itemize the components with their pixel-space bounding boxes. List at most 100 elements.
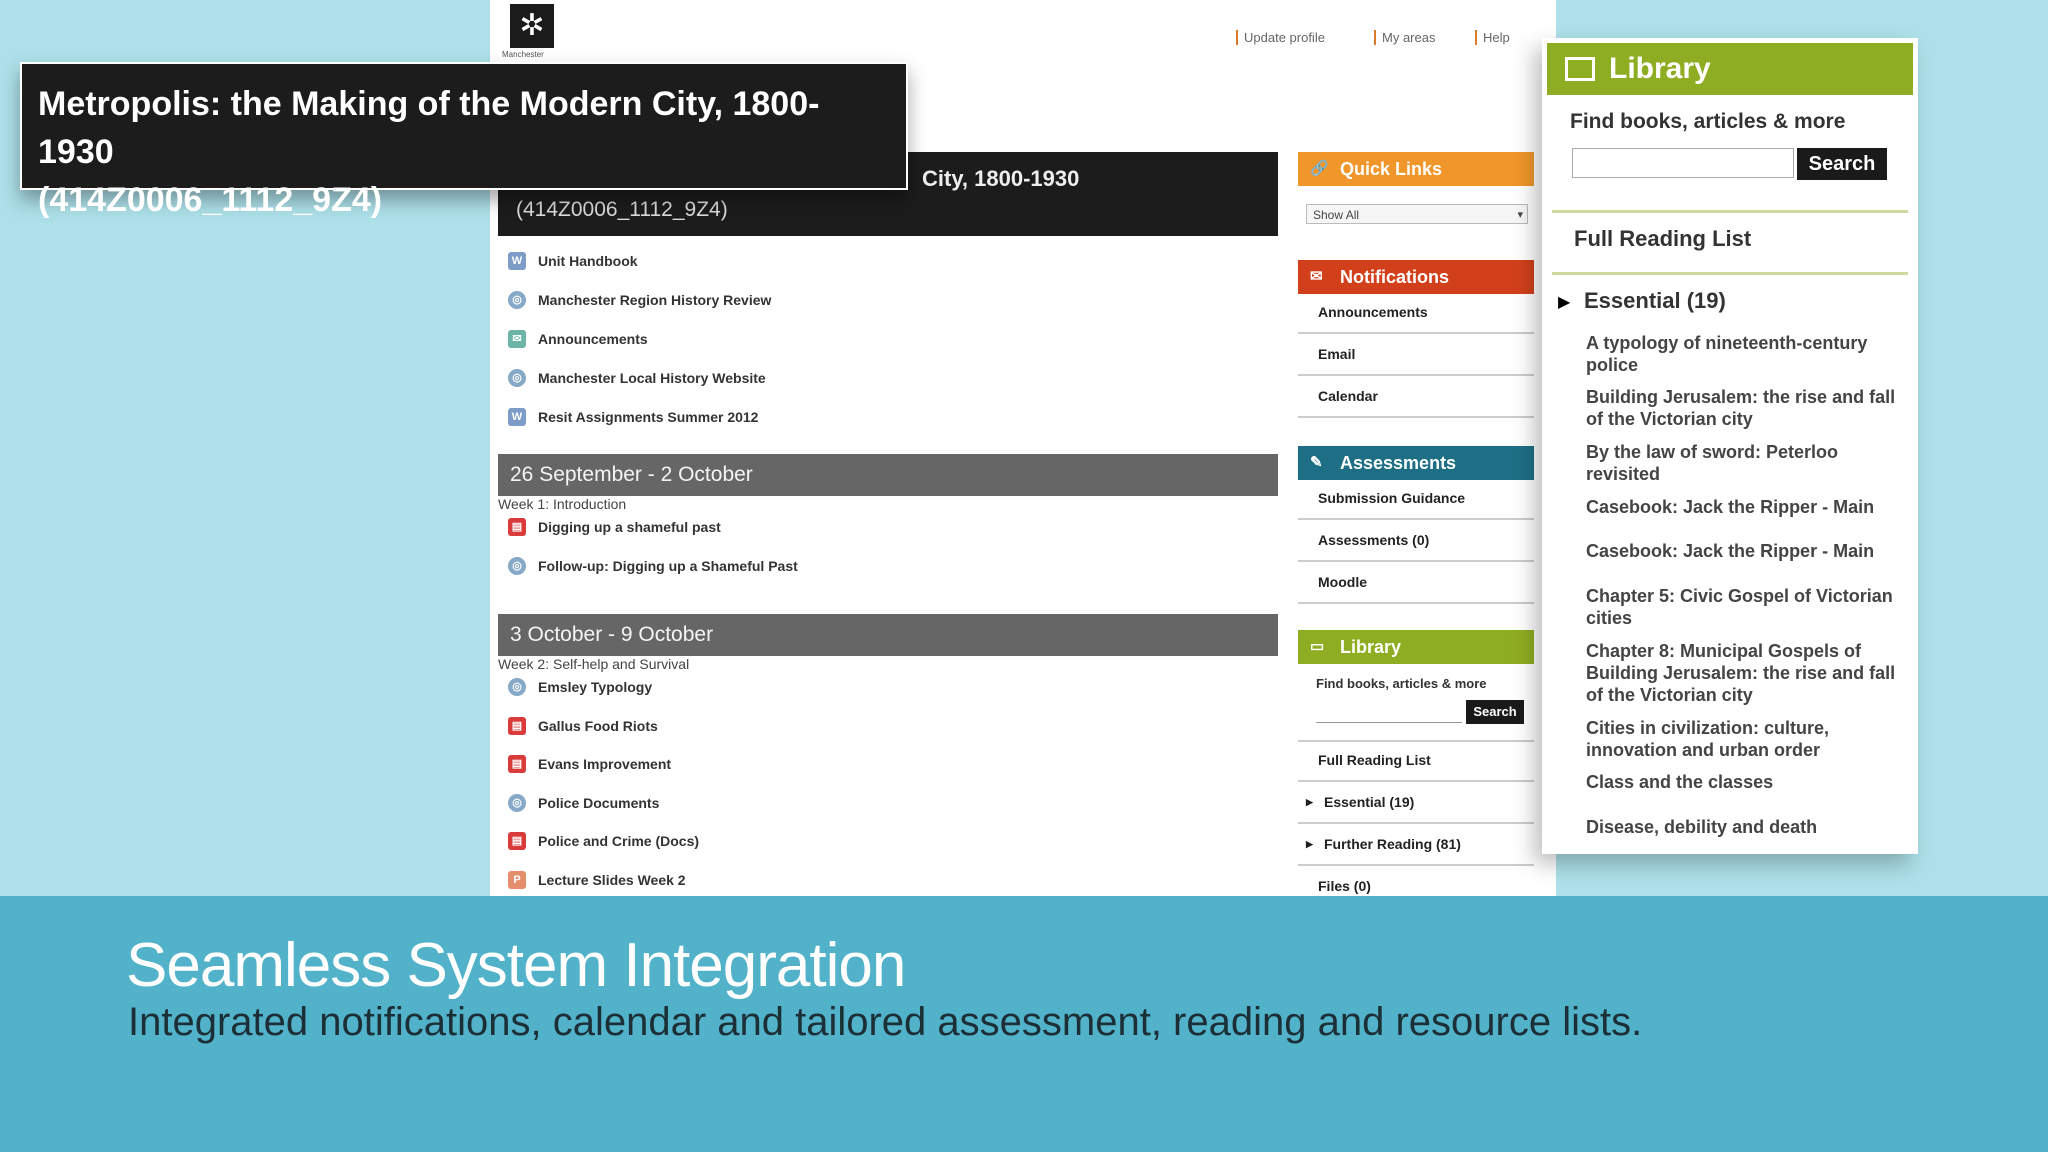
notifications-header[interactable]: ✉ Notifications	[1298, 260, 1534, 294]
resource-item[interactable]: ◎ Manchester Region History Review	[508, 285, 771, 315]
banner-title: Seamless System Integration	[126, 931, 906, 1000]
assessments-header[interactable]: ✎ Assessments	[1298, 446, 1534, 480]
callout-title: Metropolis: the Making of the Modern Cit…	[38, 85, 820, 171]
sidebar-item-announcements[interactable]: Announcements	[1298, 294, 1534, 334]
resource-item[interactable]: ◎ Follow-up: Digging up a Shameful Past	[508, 551, 798, 581]
resource-label: Manchester Region History Review	[538, 292, 772, 308]
sidebar-item-assessments[interactable]: Assessments (0)	[1298, 522, 1534, 562]
week-subtitle: Week 2: Self-help and Survival	[498, 656, 690, 672]
resource-label: Resit Assignments Summer 2012	[538, 409, 759, 425]
further-reading-label: Further Reading (81)	[1324, 836, 1461, 852]
library-header[interactable]: ▭ Library	[1298, 630, 1534, 664]
quick-links-header[interactable]: 🔗 Quick Links	[1298, 152, 1534, 186]
resource-item[interactable]: W Resit Assignments Summer 2012	[508, 402, 758, 432]
doc-file-icon: W	[508, 408, 526, 426]
resource-item[interactable]: ▤ Gallus Food Riots	[508, 711, 658, 741]
help-link[interactable]: Help	[1475, 30, 1510, 45]
library-find-label: Find books, articles & more	[1316, 676, 1487, 691]
sidebar-item-email[interactable]: Email	[1298, 336, 1534, 376]
quick-links-select[interactable]: Show All ▾	[1306, 204, 1528, 224]
reading-list-entry[interactable]: Chapter 8: Municipal Gospels of Building…	[1586, 640, 1896, 706]
library-search-input[interactable]	[1316, 702, 1462, 723]
callout-code: (414Z0006_1112_9Z4)	[38, 181, 383, 219]
web-file-icon: ◎	[508, 678, 526, 696]
week-header: 26 September - 2 October	[498, 454, 1278, 496]
library-search-button[interactable]: Search	[1466, 700, 1524, 724]
assessments-title: Assessments	[1340, 453, 1457, 473]
reading-list-entry[interactable]: Class and the classes	[1586, 771, 1896, 793]
web-file-icon: ◎	[508, 793, 526, 812]
library-panel-search-input[interactable]	[1572, 148, 1794, 178]
quick-links-title: Quick Links	[1340, 159, 1443, 179]
logo-caption: Manchester	[502, 50, 544, 59]
sidebar-item-files[interactable]: Files (0)	[1298, 868, 1534, 896]
resource-label: Follow-up: Digging up a Shameful Past	[538, 557, 798, 574]
banner-text: Integrated notifications, calendar and t…	[128, 1000, 1643, 1044]
web-file-icon: ◎	[508, 369, 526, 387]
divider	[1552, 210, 1908, 213]
library-panel-find-label: Find books, articles & more	[1570, 110, 1846, 133]
week-header: 3 October - 9 October	[498, 614, 1278, 656]
library-panel-search-button[interactable]: Search	[1797, 148, 1887, 180]
web-file-icon: ◎	[508, 556, 526, 575]
unit-title: City, 1800-1930	[922, 166, 1080, 191]
expand-triangle-icon: ▶	[1306, 839, 1313, 849]
reading-list-entry[interactable]: Chapter 5: Civic Gospel of Victorian cit…	[1586, 585, 1896, 629]
sidebar-item-further-reading[interactable]: ▶ Further Reading (81)	[1298, 826, 1534, 866]
resource-label: Police Documents	[538, 794, 660, 811]
reading-list-entry[interactable]: Cities in civilization: culture, innovat…	[1586, 717, 1896, 761]
reading-list-entry[interactable]: Casebook: Jack the Ripper - Main	[1586, 540, 1896, 562]
resource-label: Unit Handbook	[538, 253, 638, 269]
resource-item[interactable]: ◎ Emsley Typology	[508, 672, 652, 702]
reading-list-entry[interactable]: By the law of sword: Peterloo revisited	[1586, 441, 1896, 485]
notifications-title: Notifications	[1340, 267, 1450, 287]
expand-triangle-icon[interactable]: ▶	[1558, 292, 1570, 312]
resource-item[interactable]: ▤ Evans Improvement	[508, 749, 671, 779]
my-areas-link[interactable]: My areas	[1374, 30, 1435, 45]
web-file-icon: ◎	[508, 291, 526, 309]
library-panel-essential[interactable]: Essential (19)	[1584, 288, 1726, 314]
resource-item[interactable]: ◎ Manchester Local History Website	[508, 363, 766, 393]
reading-list-entry[interactable]: A typology of nineteenth-century police	[1586, 332, 1896, 376]
resource-label: Police and Crime (Docs)	[538, 833, 700, 849]
slide-banner: Seamless System Integration Integrated n…	[0, 896, 2048, 1152]
divider	[1552, 272, 1908, 275]
sidebar-item-full-reading-list[interactable]: Full Reading List	[1298, 742, 1534, 782]
resource-item[interactable]: P Lecture Slides Week 2	[508, 865, 686, 895]
resource-item[interactable]: W Unit Handbook	[508, 246, 638, 276]
library-panel-header: Library	[1547, 43, 1913, 95]
assessment-icon: ✎	[1310, 454, 1323, 471]
pdf-file-icon: ▤	[508, 755, 526, 773]
doc-file-icon: W	[508, 252, 526, 270]
unit-title-callout: Metropolis: the Making of the Modern Cit…	[20, 62, 908, 219]
pdf-file-icon: ▤	[508, 832, 526, 850]
library-icon: ▭	[1310, 638, 1325, 655]
sidebar-item-submission-guidance[interactable]: Submission Guidance	[1298, 480, 1534, 520]
essential-label: Essential (19)	[1324, 794, 1415, 810]
pdf-file-icon: ▤	[508, 518, 526, 536]
pdf-file-icon: ▤	[508, 716, 526, 735]
resource-item[interactable]: ▤ Digging up a shameful past	[508, 512, 721, 542]
message-icon: ✉	[1310, 268, 1323, 285]
resource-item[interactable]: ◎ Police Documents	[508, 788, 659, 818]
resource-label: Evans Improvement	[538, 756, 672, 772]
ppt-file-icon: P	[508, 870, 526, 889]
sidebar-item-calendar[interactable]: Calendar	[1298, 378, 1534, 418]
resource-label: Gallus Food Riots	[538, 717, 658, 734]
sidebar-item-moodle[interactable]: Moodle	[1298, 564, 1534, 604]
reading-list-entry[interactable]: Building Jerusalem: the rise and fall of…	[1586, 386, 1896, 430]
resource-label: Digging up a shameful past	[538, 519, 721, 535]
chevron-down-icon: ▾	[1517, 209, 1523, 221]
resource-label: Lecture Slides Week 2	[538, 871, 686, 888]
library-panel-title: Library	[1609, 52, 1711, 85]
resource-label: Manchester Local History Website	[538, 370, 766, 386]
library-panel-full-reading-list[interactable]: Full Reading List	[1574, 226, 1751, 252]
reading-list-entry[interactable]: Disease, debility and death	[1586, 816, 1896, 838]
library-panel-zoom: Library Find books, articles & more Sear…	[1542, 38, 1918, 854]
update-profile-link[interactable]: Update profile	[1236, 30, 1325, 45]
resource-label: Emsley Typology	[538, 679, 653, 695]
resource-item[interactable]: ▤ Police and Crime (Docs)	[508, 826, 699, 856]
reading-list-entry[interactable]: Casebook: Jack the Ripper - Main	[1586, 496, 1896, 518]
sidebar-item-essential[interactable]: ▶ Essential (19)	[1298, 784, 1534, 824]
resource-item[interactable]: ✉ Announcements	[508, 324, 648, 354]
